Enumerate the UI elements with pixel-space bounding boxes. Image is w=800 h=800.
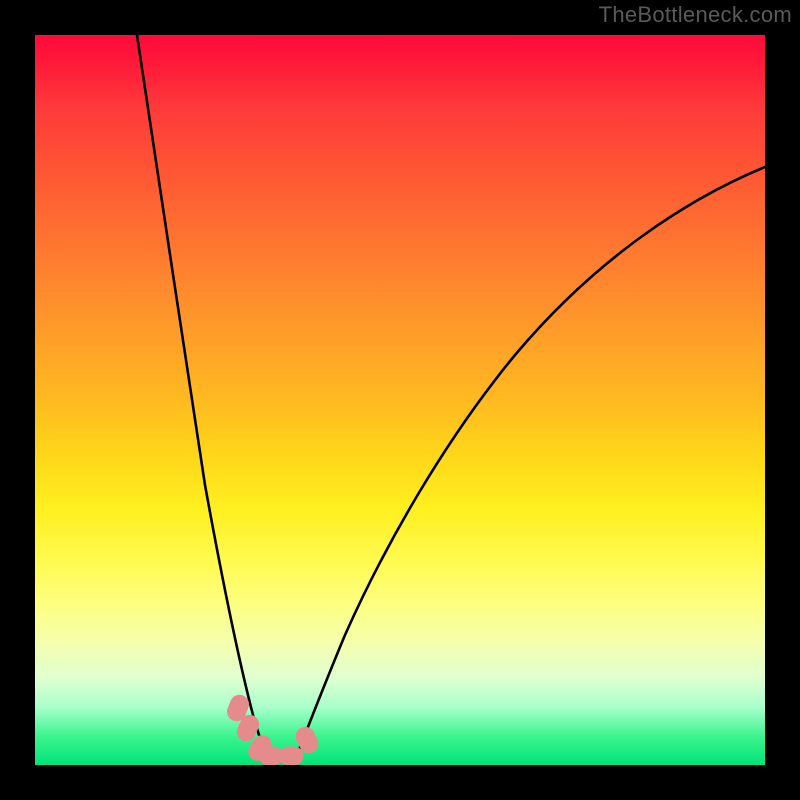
curve-svg (35, 35, 765, 765)
marker (279, 747, 303, 765)
marker-group (225, 693, 321, 765)
chart-frame: TheBottleneck.com (0, 0, 800, 800)
plot-area (35, 35, 765, 765)
right-curve (293, 167, 765, 765)
left-curve (137, 35, 271, 765)
watermark: TheBottleneck.com (599, 2, 792, 28)
